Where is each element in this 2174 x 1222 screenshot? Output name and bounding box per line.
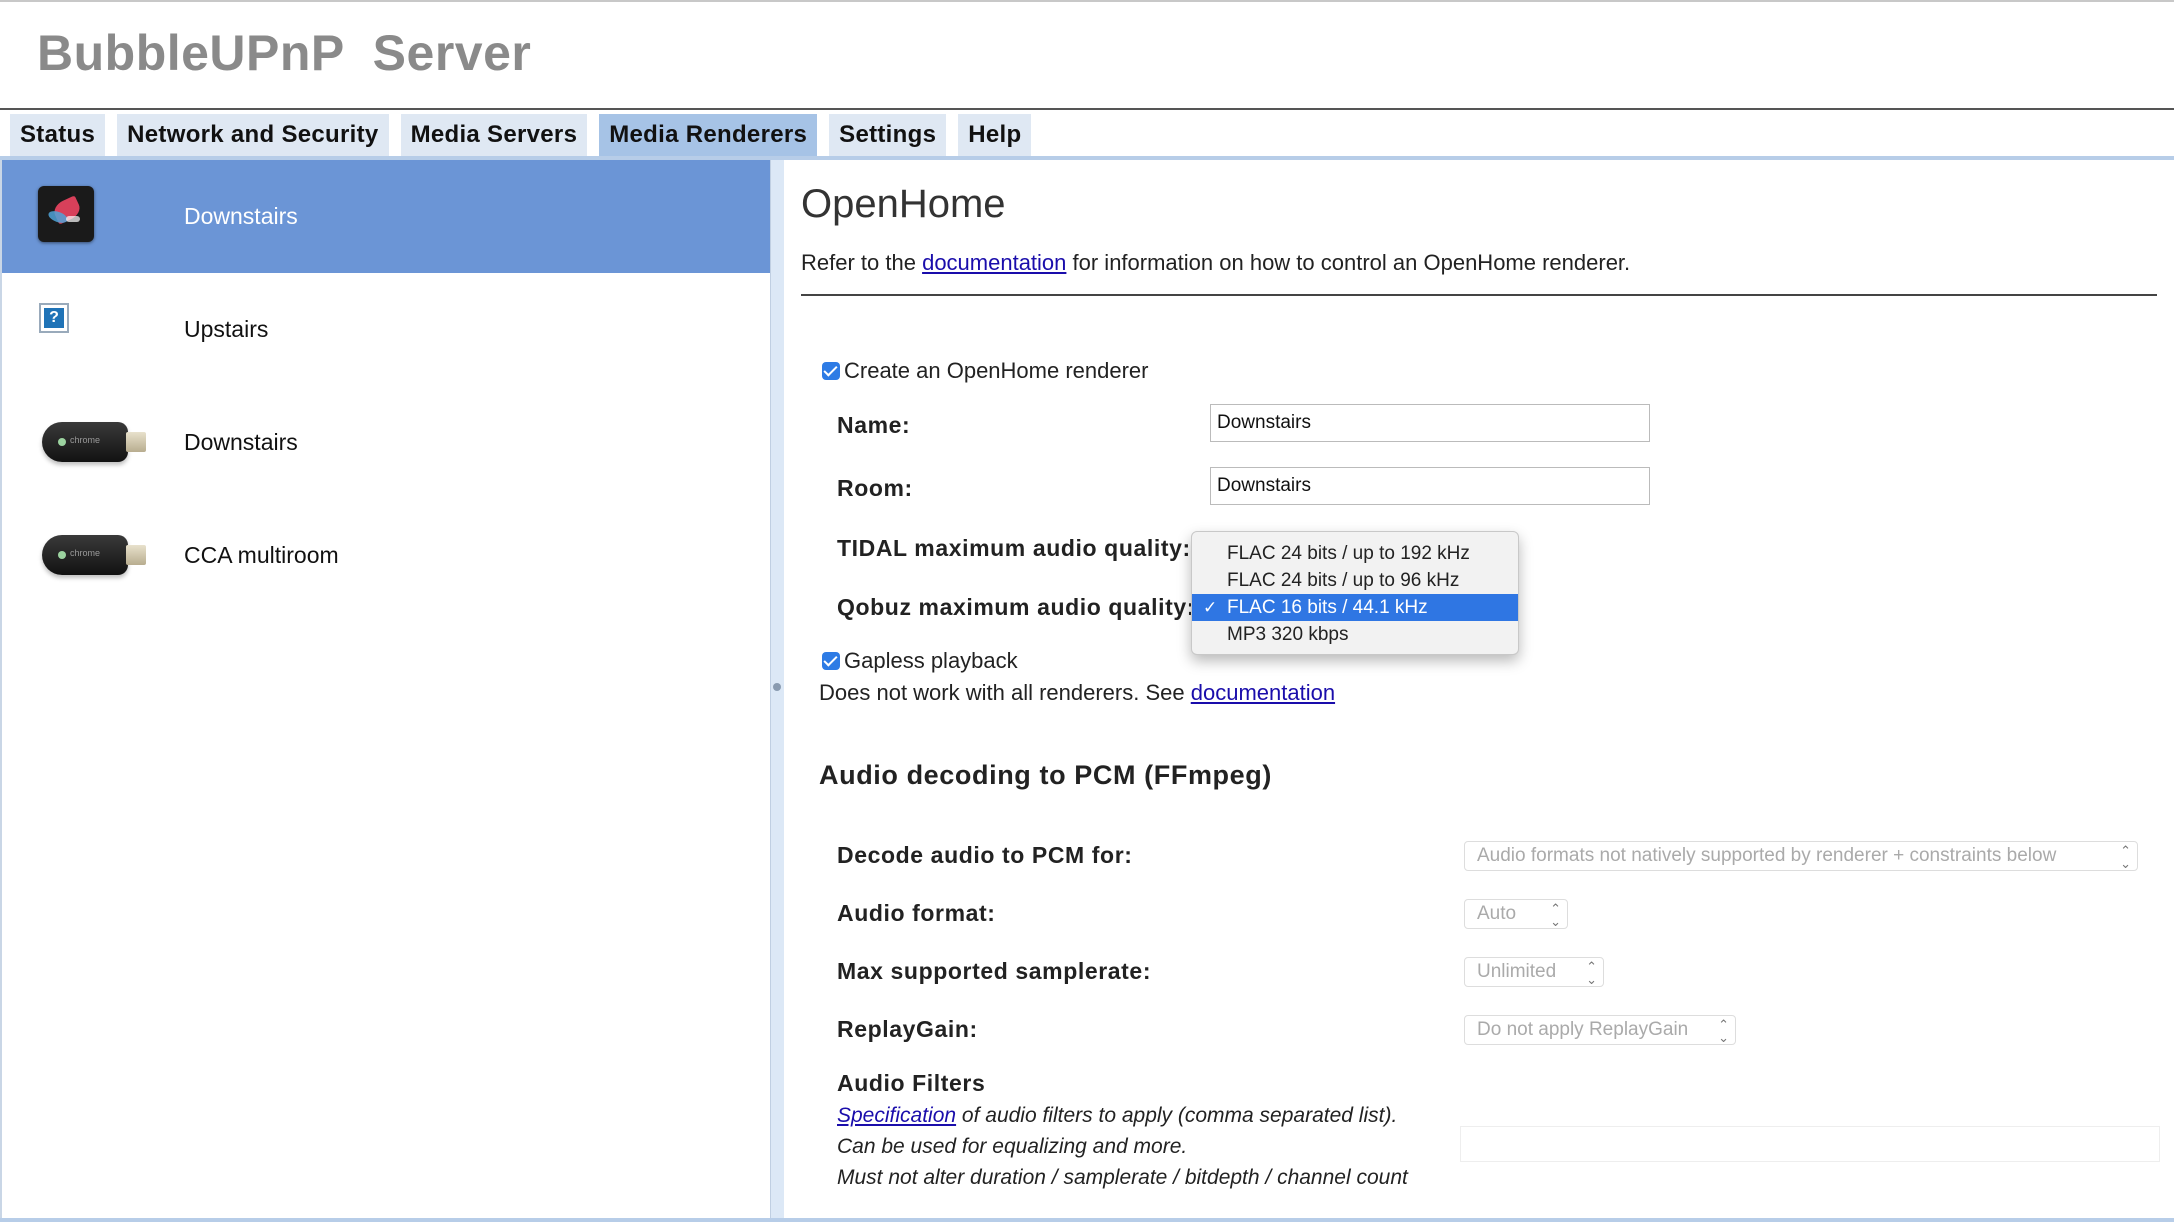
audio-filters-title: Audio Filters <box>837 1070 986 1096</box>
gapless-row: Gapless playback <box>822 648 1018 674</box>
checkmark-icon: ✓ <box>1203 598 1218 617</box>
samplerate-value: Unlimited <box>1477 961 1557 982</box>
room-field[interactable] <box>1210 467 1650 505</box>
renderer-item-downstairs-chromecast[interactable]: chrome Downstairs <box>2 386 770 499</box>
specification-link[interactable]: Specification <box>837 1104 956 1127</box>
header-divider <box>0 108 2174 110</box>
create-openhome-checkbox[interactable] <box>822 362 840 380</box>
openhome-title: OpenHome <box>801 182 1006 226</box>
create-openhome-label: Create an OpenHome renderer <box>844 358 1149 383</box>
quality-option[interactable]: FLAC 24 bits / up to 96 kHz <box>1192 567 1518 594</box>
app-title: BubbleUPnP Server <box>37 25 532 81</box>
renderer-list: Downstairs ? Upstairs chrome Downstairs … <box>0 160 770 1222</box>
ffmpeg-heading: Audio decoding to PCM (FFmpeg) <box>819 760 1272 790</box>
audio-format-select[interactable]: Auto ⌃ ⌄ <box>1464 899 1568 929</box>
quality-option-label: FLAC 16 bits / 44.1 kHz <box>1227 597 1428 618</box>
app-icon <box>38 186 94 242</box>
qobuz-quality-label: Qobuz maximum audio quality: <box>837 594 1195 620</box>
decode-select-value: Audio formats not natively supported by … <box>1477 845 2057 866</box>
select-arrows-icon: ⌃ ⌄ <box>2120 843 2131 871</box>
replaygain-select[interactable]: Do not apply ReplayGain ⌃ ⌄ <box>1464 1015 1736 1045</box>
unknown-device-icon: ? <box>39 303 69 333</box>
splitter-handle-icon[interactable] <box>773 683 781 691</box>
renderer-settings-panel: OpenHome Refer to the documentation for … <box>784 160 2174 1222</box>
intro-text: Refer to the <box>801 250 923 275</box>
intro-text-end: for information on how to control an Ope… <box>1066 250 1631 275</box>
gapless-label: Gapless playback <box>844 648 1018 673</box>
quality-option-selected[interactable]: ✓ FLAC 16 bits / 44.1 kHz <box>1192 594 1518 621</box>
renderer-item-downstairs-openhome[interactable]: Downstairs <box>2 160 770 273</box>
audio-format-label: Audio format: <box>837 900 996 926</box>
audio-format-value: Auto <box>1477 903 1517 924</box>
replaygain-label: ReplayGain: <box>837 1016 978 1042</box>
documentation-link[interactable]: documentation <box>922 250 1066 275</box>
renderer-label: Downstairs <box>184 203 298 229</box>
tab-settings[interactable]: Settings <box>829 114 947 156</box>
audio-filters-input[interactable] <box>1460 1126 2160 1162</box>
openhome-intro: Refer to the documentation for informati… <box>801 250 1630 276</box>
renderer-label: Downstairs <box>184 429 298 455</box>
gapless-documentation-link[interactable]: documentation <box>1191 680 1335 705</box>
select-arrows-icon: ⌃ ⌄ <box>1586 959 1597 987</box>
audio-filters-description: Specification of audio filters to apply … <box>837 1100 1457 1193</box>
replaygain-value: Do not apply ReplayGain <box>1477 1019 1689 1040</box>
renderer-item-cca-multiroom[interactable]: chrome CCA multiroom <box>2 499 770 612</box>
panel-splitter[interactable] <box>770 160 784 1222</box>
select-arrows-icon: ⌃ ⌄ <box>1550 901 1561 929</box>
name-label: Name: <box>837 412 911 438</box>
window-top-border <box>0 0 2174 2</box>
filters-desc-line3: Must not alter duration / samplerate / b… <box>837 1166 1408 1189</box>
tab-media-servers[interactable]: Media Servers <box>400 114 588 156</box>
bottom-border <box>0 1218 2174 1222</box>
create-openhome-row: Create an OpenHome renderer <box>822 358 1149 384</box>
decode-label: Decode audio to PCM for: <box>837 842 1133 868</box>
filters-desc-line2: Can be used for equalizing and more. <box>837 1135 1188 1158</box>
filters-desc-line1: of audio filters to apply (comma separat… <box>956 1104 1398 1127</box>
chromecast-icon: chrome <box>42 418 146 466</box>
gapless-note: Does not work with all renderers. See do… <box>819 680 1335 706</box>
main-tabs: Status Network and Security Media Server… <box>10 114 1032 156</box>
samplerate-select[interactable]: Unlimited ⌃ ⌄ <box>1464 957 1604 987</box>
tab-media-renderers[interactable]: Media Renderers <box>599 114 818 156</box>
quality-option[interactable]: FLAC 24 bits / up to 192 kHz <box>1192 540 1518 567</box>
gapless-checkbox[interactable] <box>822 652 840 670</box>
samplerate-label: Max supported samplerate: <box>837 958 1152 984</box>
decode-select[interactable]: Audio formats not natively supported by … <box>1464 841 2138 871</box>
renderer-label: CCA multiroom <box>184 542 339 568</box>
name-field[interactable] <box>1210 404 1650 442</box>
tab-help[interactable]: Help <box>958 114 1032 156</box>
renderer-label: Upstairs <box>184 316 269 342</box>
tab-network-and-security[interactable]: Network and Security <box>117 114 389 156</box>
renderer-item-upstairs[interactable]: ? Upstairs <box>2 273 770 386</box>
tab-status[interactable]: Status <box>10 114 106 156</box>
quality-option[interactable]: MP3 320 kbps <box>1192 621 1518 648</box>
quality-dropdown-menu[interactable]: FLAC 24 bits / up to 192 kHz FLAC 24 bit… <box>1191 531 1519 655</box>
chromecast-icon: chrome <box>42 531 146 579</box>
gapless-note-text: Does not work with all renderers. See <box>819 680 1191 705</box>
select-arrows-icon: ⌃ ⌄ <box>1718 1017 1729 1045</box>
section-divider <box>801 294 2157 296</box>
room-label: Room: <box>837 475 913 501</box>
tidal-quality-label: TIDAL maximum audio quality: <box>837 535 1191 561</box>
